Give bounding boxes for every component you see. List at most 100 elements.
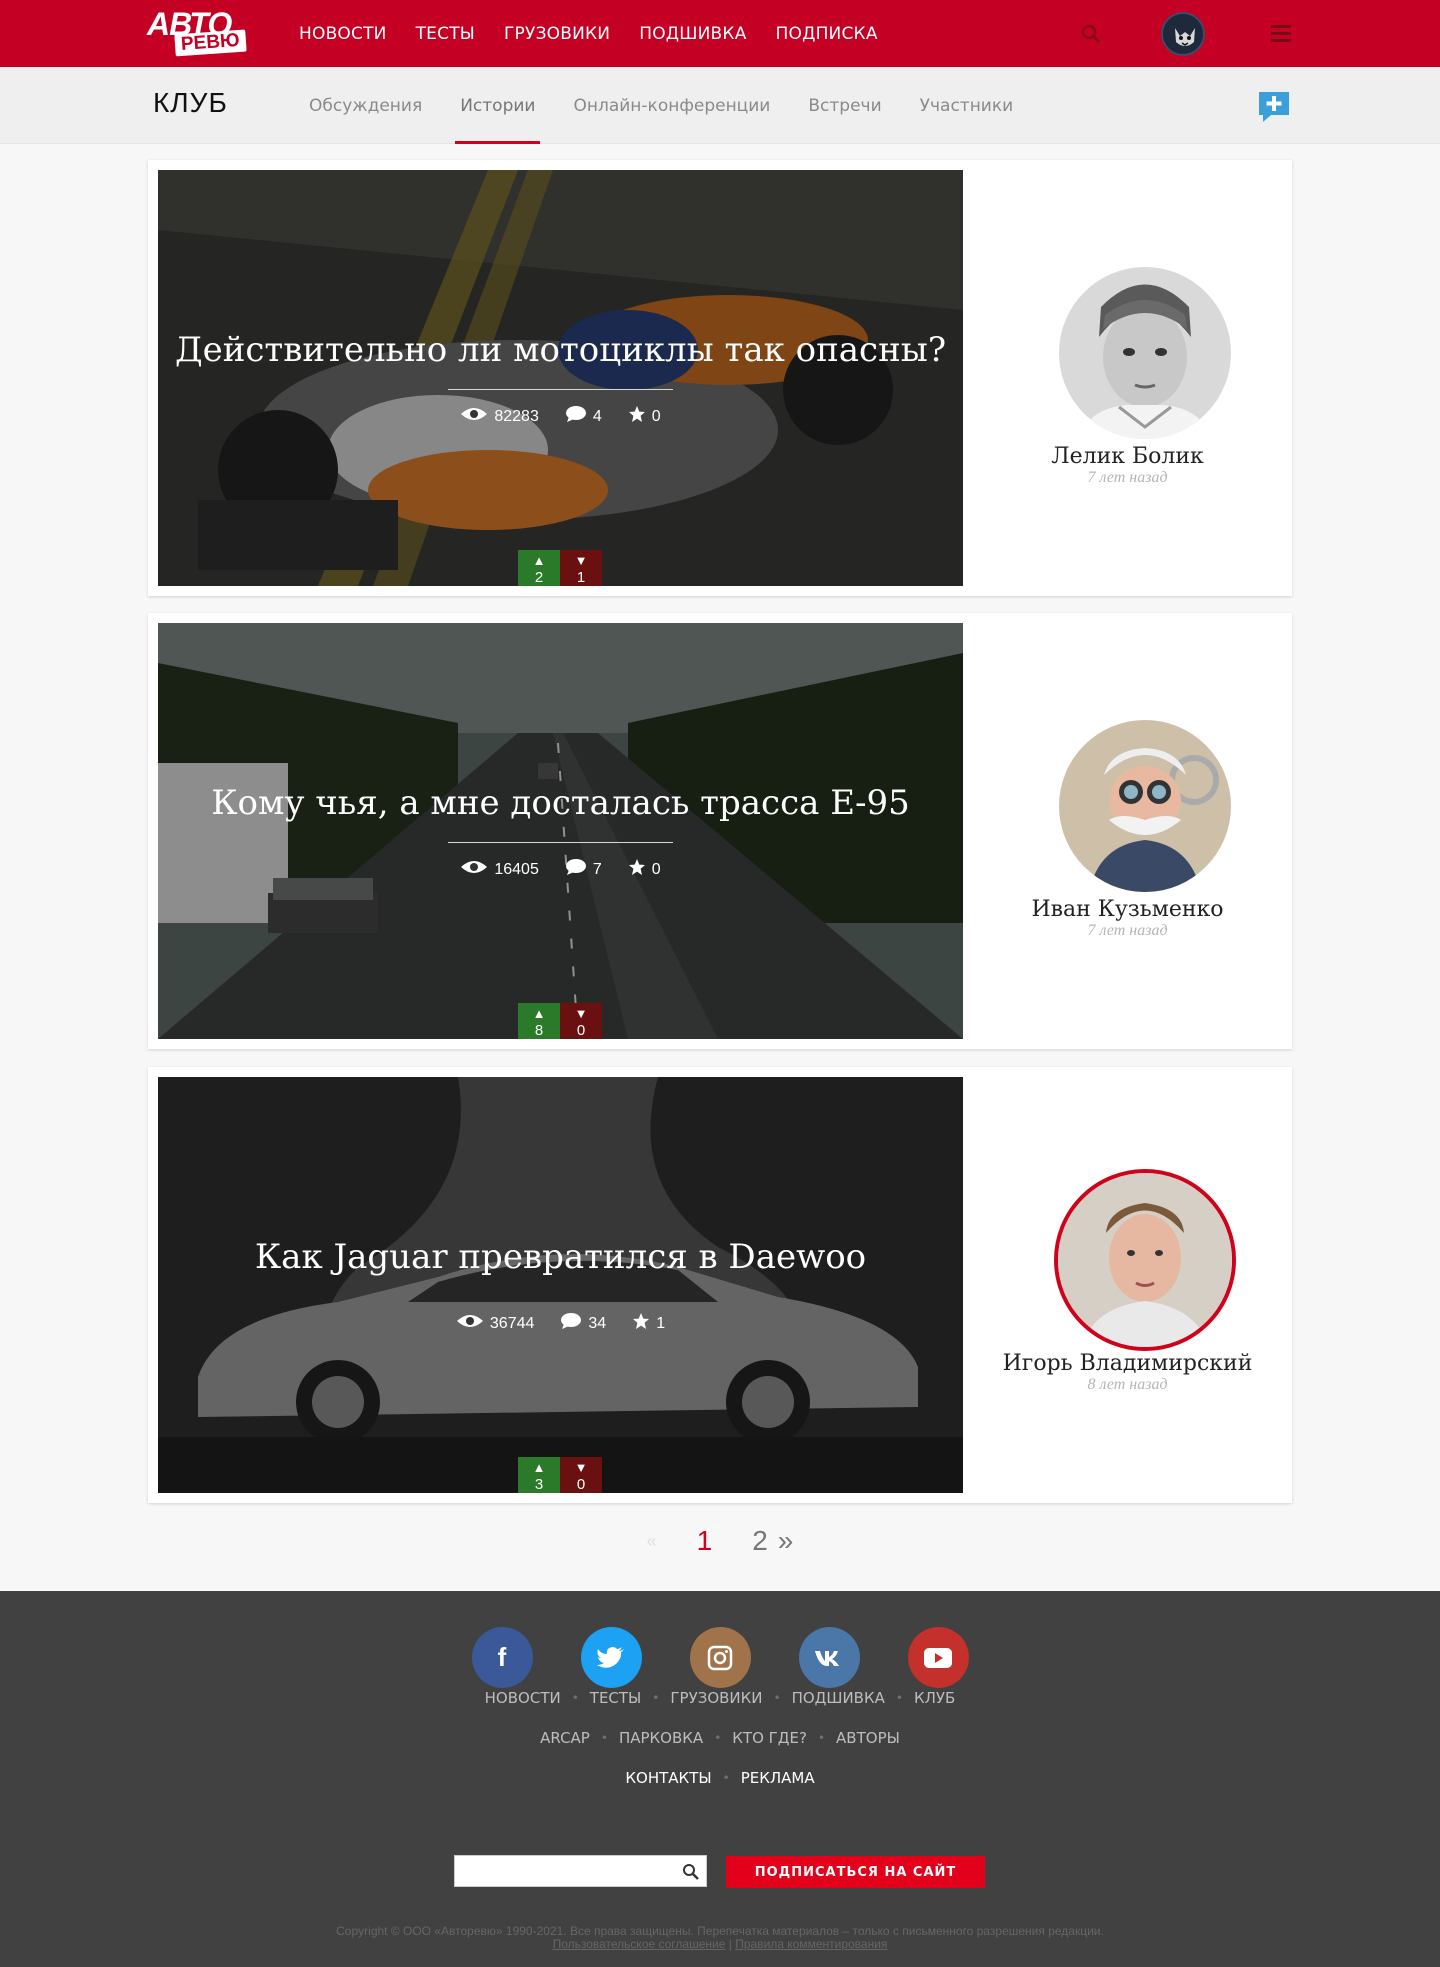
author-avatar[interactable] <box>1054 1169 1236 1351</box>
vote-up-count: 8 <box>534 1022 544 1039</box>
author-name[interactable]: Лелик Болик <box>963 444 1292 469</box>
nav-subscription[interactable]: ПОДПИСКА <box>776 24 878 44</box>
youtube-icon[interactable] <box>907 1627 969 1688</box>
vote-up-count: 3 <box>534 1476 544 1493</box>
story-cover-image[interactable]: Как Jaguar превратился в Daewoo 36744 34… <box>158 1077 963 1493</box>
comment-icon <box>565 858 587 881</box>
vote-down-button[interactable]: ▼ 0 <box>560 1457 602 1493</box>
comment-rules-link[interactable]: Правила комментирования <box>735 1937 887 1951</box>
logo-line2: РЕВЮ <box>174 29 247 57</box>
tab-stories[interactable]: Истории <box>455 67 541 144</box>
footer-links-row3: КОНТАКТЫ • РЕКЛАМА <box>625 1769 815 1787</box>
tab-discussions[interactable]: Обсуждения <box>309 67 422 144</box>
vote-up-button[interactable]: ▲ 2 <box>518 550 560 586</box>
footer-link-news[interactable]: НОВОСТИ <box>485 1689 561 1707</box>
eye-icon <box>460 859 488 880</box>
nav-trucks[interactable]: ГРУЗОВИКИ <box>504 24 610 44</box>
story-card[interactable]: Действительно ли мотоциклы так опасны? 8… <box>148 160 1292 596</box>
nav-news[interactable]: НОВОСТИ <box>299 24 387 44</box>
vote-up-button[interactable]: ▲ 8 <box>518 1003 560 1039</box>
comment-icon <box>560 1312 582 1335</box>
footer-links-row1: НОВОСТИ • ТЕСТЫ • ГРУЗОВИКИ • ПОДШИВКА • КЛУ… <box>484 1689 956 1707</box>
star-icon <box>628 405 646 428</box>
story-author: Иван Кузьменко 7 лет назад <box>963 613 1292 1049</box>
vote-down-count: 0 <box>576 1476 586 1493</box>
footer-links-row2: ARCAP • ПАРКОВКА • КТО ГДЕ? • АВТОРЫ <box>540 1729 900 1747</box>
favorite-count: 0 <box>651 860 661 878</box>
story-card[interactable]: Кому чья, а мне досталась трасса Е-95 16… <box>148 613 1292 1049</box>
footer-search-field[interactable] <box>454 1855 707 1887</box>
twitter-icon[interactable] <box>580 1627 642 1688</box>
menu-icon[interactable] <box>1271 25 1291 43</box>
tab-meetings[interactable]: Встречи <box>808 67 881 144</box>
footer-link-trucks[interactable]: ГРУЗОВИКИ <box>670 1689 762 1707</box>
view-count: 16405 <box>494 860 539 878</box>
terms-link[interactable]: Пользовательское соглашение <box>553 1937 726 1951</box>
comment-count: 4 <box>592 407 602 425</box>
story-title[interactable]: Кому чья, а мне досталась трасса Е-95 <box>158 783 963 823</box>
story-title[interactable]: Действительно ли мотоциклы так опасны? <box>158 330 963 370</box>
vote-up-count: 2 <box>534 569 544 586</box>
add-story-icon[interactable] <box>1257 90 1291 124</box>
story-cover-image[interactable]: Кому чья, а мне досталась трасса Е-95 16… <box>158 623 963 1039</box>
pagination-current: 1 <box>696 1525 713 1556</box>
pagination-prev: « <box>646 1530 657 1551</box>
footer-link-contacts[interactable]: КОНТАКТЫ <box>625 1769 711 1787</box>
eye-icon <box>460 406 488 427</box>
author-avatar[interactable] <box>1059 720 1231 892</box>
footer-link-who-where[interactable]: КТО ГДЕ? <box>732 1729 807 1747</box>
story-stats: 82283 4 0 <box>158 405 963 428</box>
comment-count: 34 <box>588 1314 607 1332</box>
footer-link-club[interactable]: КЛУБ <box>914 1689 955 1707</box>
footer-link-archive[interactable]: ПОДШИВКА <box>792 1689 885 1707</box>
footer-link-tests[interactable]: ТЕСТЫ <box>590 1689 642 1707</box>
search-icon[interactable] <box>1081 24 1101 44</box>
story-stats: 16405 7 0 <box>158 858 963 881</box>
footer-link-arcap[interactable]: ARCAP <box>540 1729 590 1747</box>
post-time: 8 лет назад <box>1087 1376 1168 1393</box>
vote-box: ▲ 2 ▼ 1 <box>518 550 602 586</box>
story-author: Лелик Болик 7 лет назад <box>963 160 1292 596</box>
social-links: f <box>0 1627 1440 1688</box>
vk-icon[interactable] <box>798 1627 860 1688</box>
vote-down-button[interactable]: ▼ 0 <box>560 1003 602 1039</box>
user-avatar[interactable] <box>1161 12 1205 56</box>
main-nav: НОВОСТИ ТЕСТЫ ГРУЗОВИКИ ПОДШИВКА ПОДПИСК… <box>299 0 907 67</box>
facebook-icon[interactable]: f <box>471 1627 533 1688</box>
club-tabs: Обсуждения Истории Онлайн-конференции Вс… <box>309 67 1051 144</box>
footer-link-parking[interactable]: ПАРКОВКА <box>619 1729 703 1747</box>
story-cover-image[interactable]: Действительно ли мотоциклы так опасны? 8… <box>158 170 963 586</box>
story-title[interactable]: Как Jaguar превратился в Daewoo <box>158 1237 963 1277</box>
tab-online-conferences[interactable]: Онлайн-конференции <box>573 67 770 144</box>
nav-archive[interactable]: ПОДШИВКА <box>639 24 746 44</box>
star-icon <box>632 1312 650 1335</box>
footer-link-authors[interactable]: АВТОРЫ <box>836 1729 900 1747</box>
post-time: 7 лет назад <box>1087 922 1168 939</box>
author-name[interactable]: Иван Кузьменко <box>963 897 1292 922</box>
post-time: 7 лет назад <box>1087 469 1168 486</box>
favorite-count: 0 <box>651 407 661 425</box>
page-title: КЛУБ <box>153 87 228 118</box>
story-card[interactable]: Как Jaguar превратился в Daewoo 36744 34… <box>148 1067 1292 1503</box>
footer-link-ads[interactable]: РЕКЛАМА <box>741 1769 815 1787</box>
top-navbar: АВТО РЕВЮ НОВОСТИ ТЕСТЫ ГРУЗОВИКИ ПОДШИВ… <box>0 0 1440 67</box>
author-avatar[interactable] <box>1059 267 1231 439</box>
link-separator: | <box>728 1937 732 1951</box>
vote-down-count: 1 <box>576 569 586 586</box>
pagination-next[interactable]: » <box>778 1525 794 1557</box>
favorite-count: 1 <box>656 1314 666 1332</box>
club-subheader: КЛУБ Обсуждения Истории Онлайн-конференц… <box>0 67 1440 144</box>
autoreview-logo[interactable]: АВТО РЕВЮ <box>147 6 259 58</box>
search-icon[interactable] <box>682 1863 700 1881</box>
site-footer: f НОВОСТИ • ТЕСТЫ • ГРУЗОВИКИ • ПОДШИВКА • К… <box>0 1591 1440 1967</box>
instagram-icon[interactable] <box>689 1627 751 1688</box>
pagination-page-2[interactable]: 2 <box>752 1525 768 1557</box>
story-author: Игорь Владимирский 8 лет назад <box>963 1067 1292 1503</box>
nav-tests[interactable]: ТЕСТЫ <box>416 24 475 44</box>
subscribe-button[interactable]: ПОДПИСАТЬСЯ НА САЙТ <box>726 1856 985 1888</box>
eye-icon <box>456 1313 484 1334</box>
vote-down-button[interactable]: ▼ 1 <box>560 550 602 586</box>
tab-members[interactable]: Участники <box>920 67 1014 144</box>
vote-up-button[interactable]: ▲ 3 <box>518 1457 560 1493</box>
author-name[interactable]: Игорь Владимирский <box>963 1351 1292 1376</box>
